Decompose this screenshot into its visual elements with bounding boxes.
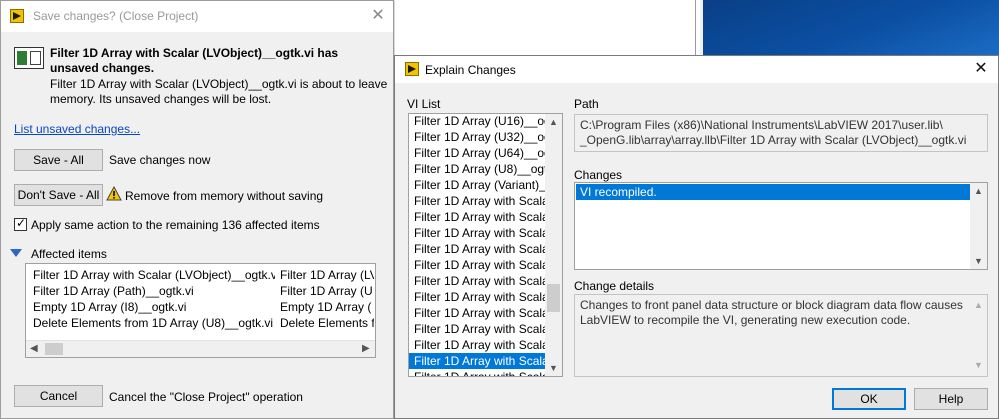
change-details-field: Changes to front panel data structure or… bbox=[574, 294, 988, 377]
path-label: Path bbox=[574, 97, 599, 111]
affected-items-column-2: Filter 1D Array (LV Filter 1D Array (U E… bbox=[280, 267, 374, 331]
vi-list-item[interactable]: Filter 1D Array with Scalar bbox=[409, 353, 546, 369]
vi-icon bbox=[14, 47, 44, 69]
changes-label: Changes bbox=[574, 168, 623, 182]
scroll-up-icon[interactable]: ▲ bbox=[974, 298, 983, 313]
save-dialog-title: Save changes? (Close Project) bbox=[33, 9, 199, 23]
vi-list-item[interactable]: Filter 1D Array with Scalar bbox=[409, 289, 546, 305]
affected-items-hscrollbar[interactable]: ◀ ▶ bbox=[26, 340, 375, 357]
help-button[interactable]: Help bbox=[914, 388, 988, 410]
save-dialog-titlebar[interactable]: Save changes? (Close Project) ✕ bbox=[1, 1, 393, 32]
vi-list-item[interactable]: Filter 1D Array with Scalar bbox=[409, 193, 546, 209]
changes-scrollbar[interactable]: ▲ ▼ bbox=[970, 183, 987, 269]
vi-list-label: VI List bbox=[407, 97, 441, 111]
vi-list-item[interactable]: Filter 1D Array with Scalar bbox=[409, 305, 546, 321]
desktop-background bbox=[703, 0, 999, 55]
vi-list[interactable]: Filter 1D Array (U16)__ogt Filter 1D Arra… bbox=[408, 113, 563, 377]
affected-items-list[interactable]: Filter 1D Array with Scalar (LVObject)__… bbox=[25, 263, 376, 358]
list-unsaved-changes-link[interactable]: List unsaved changes... bbox=[14, 122, 140, 136]
explain-dialog-title: Explain Changes bbox=[425, 63, 516, 77]
list-item[interactable]: VI recompiled. bbox=[576, 184, 970, 200]
list-item[interactable]: Delete Elements from 1D Array (U8)__ogtk… bbox=[33, 315, 275, 331]
change-details-label: Change details bbox=[574, 279, 655, 293]
path-line: C:\Program Files (x86)\National Instrume… bbox=[580, 118, 943, 132]
save-all-description: Save changes now bbox=[109, 153, 211, 167]
scroll-up-icon[interactable]: ▲ bbox=[549, 117, 558, 127]
dont-save-description: Remove from memory without saving bbox=[125, 189, 324, 203]
save-changes-dialog: Save changes? (Close Project) ✕ Filter 1… bbox=[0, 0, 394, 419]
vi-list-item[interactable]: Filter 1D Array with Scalar bbox=[409, 321, 546, 337]
list-item[interactable]: Empty 1D Array ( bbox=[280, 299, 374, 315]
affected-items-label: Affected items bbox=[31, 247, 107, 261]
labview-logo-icon bbox=[10, 9, 24, 23]
list-item[interactable]: Filter 1D Array (U bbox=[280, 283, 374, 299]
vi-list-item[interactable]: Filter 1D Array (U8)__ogtk bbox=[409, 161, 546, 177]
background-window bbox=[394, 0, 700, 55]
dont-save-all-button[interactable]: Don't Save - All bbox=[14, 184, 103, 206]
expand-triangle-icon[interactable] bbox=[10, 249, 22, 257]
unsaved-heading: Filter 1D Array with Scalar (LVObject)__… bbox=[50, 46, 339, 75]
list-item[interactable]: Filter 1D Array (LV bbox=[280, 267, 374, 283]
affected-items-column-1: Filter 1D Array with Scalar (LVObject)__… bbox=[33, 267, 275, 331]
vi-list-item[interactable]: Filter 1D Array (Variant)__ bbox=[409, 177, 546, 193]
list-item[interactable]: Filter 1D Array with Scalar (LVObject)__… bbox=[33, 267, 275, 283]
vi-list-item[interactable]: Filter 1D Array with Scalar bbox=[409, 337, 546, 353]
vi-list-item[interactable]: Filter 1D Array (U32)__ogt bbox=[409, 129, 546, 145]
changes-list[interactable]: VI recompiled. ▲ ▼ bbox=[574, 182, 988, 270]
vi-list-scrollbar[interactable]: ▲ ▼ bbox=[545, 114, 562, 376]
scroll-thumb[interactable] bbox=[547, 284, 560, 312]
list-item[interactable]: Delete Elements f bbox=[280, 315, 374, 331]
explain-dialog-titlebar[interactable]: Explain Changes ✕ bbox=[395, 56, 998, 83]
explain-changes-dialog: Explain Changes ✕ VI List Filter 1D Arra… bbox=[394, 55, 999, 419]
vi-list-items: Filter 1D Array (U16)__ogt Filter 1D Arra… bbox=[409, 114, 546, 376]
apply-same-action-checkbox[interactable]: ✓ bbox=[14, 216, 27, 231]
vi-list-item[interactable]: Filter 1D Array with Scalar bbox=[409, 241, 546, 257]
scroll-right-icon[interactable]: ▶ bbox=[362, 343, 370, 354]
labview-logo-icon bbox=[405, 62, 419, 76]
vi-list-item[interactable]: Filter 1D Array (U16)__ogt bbox=[409, 114, 546, 129]
scroll-down-icon[interactable]: ▼ bbox=[974, 358, 983, 373]
scroll-down-icon[interactable]: ▼ bbox=[974, 256, 983, 266]
change-details-scrollbar[interactable]: ▲ ▼ bbox=[970, 295, 987, 376]
unsaved-body-text: Filter 1D Array with Scalar (LVObject)__… bbox=[50, 77, 388, 106]
path-field: C:\Program Files (x86)\National Instrume… bbox=[574, 114, 988, 152]
apply-same-action-label[interactable]: Apply same action to the remaining 136 a… bbox=[31, 218, 320, 232]
cancel-description: Cancel the "Close Project" operation bbox=[109, 390, 303, 404]
background-window-edge bbox=[695, 0, 696, 55]
list-item[interactable]: Empty 1D Array (I8)__ogtk.vi bbox=[33, 299, 275, 315]
vi-list-item[interactable]: Filter 1D Array with Scalar bbox=[409, 273, 546, 289]
vi-list-item[interactable]: Filter 1D Array with Scalar bbox=[409, 225, 546, 241]
scroll-left-icon[interactable]: ◀ bbox=[30, 343, 38, 354]
vi-list-item[interactable]: Filter 1D Array (U64)__ogt bbox=[409, 145, 546, 161]
scroll-down-icon[interactable]: ▼ bbox=[549, 363, 558, 373]
close-icon[interactable]: ✕ bbox=[367, 6, 389, 26]
scroll-up-icon[interactable]: ▲ bbox=[974, 186, 983, 196]
save-all-button[interactable]: Save - All bbox=[14, 149, 103, 171]
vi-list-item[interactable]: Filter 1D Array with Scalar bbox=[409, 209, 546, 225]
cancel-button[interactable]: Cancel bbox=[14, 385, 103, 407]
list-item[interactable]: Filter 1D Array (Path)__ogtk.vi bbox=[33, 283, 275, 299]
vi-list-item[interactable]: Filter 1D Array with Scalar bbox=[409, 369, 546, 376]
change-details-text: Changes to front panel data structure or… bbox=[580, 298, 963, 327]
checkmark-icon: ✓ bbox=[16, 216, 27, 230]
close-icon[interactable]: ✕ bbox=[970, 59, 992, 79]
ok-button[interactable]: OK bbox=[832, 388, 906, 410]
warning-icon bbox=[106, 186, 122, 201]
path-line: _OpenG.lib\array\array.llb\Filter 1D Arr… bbox=[580, 133, 967, 147]
scroll-thumb[interactable] bbox=[45, 343, 63, 355]
vi-list-item[interactable]: Filter 1D Array with Scalar bbox=[409, 257, 546, 273]
